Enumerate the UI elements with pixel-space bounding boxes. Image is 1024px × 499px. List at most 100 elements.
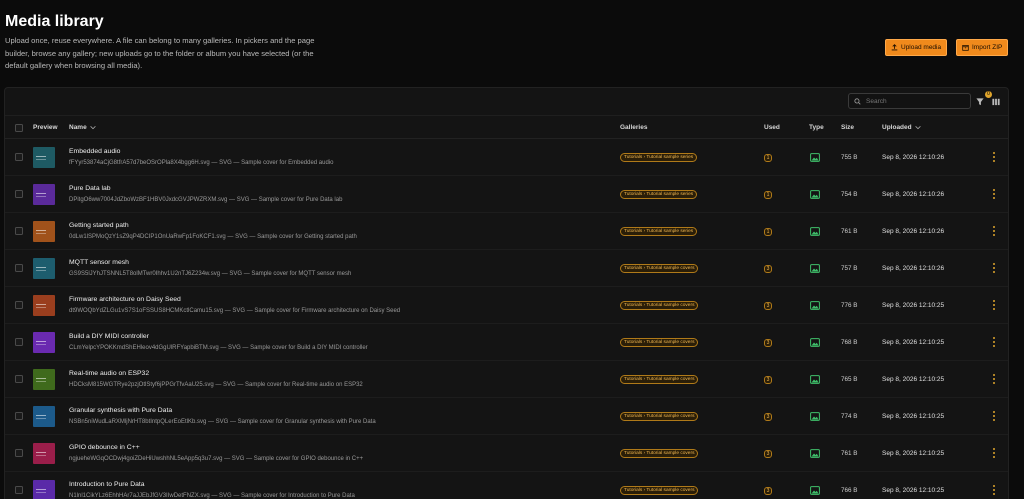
table-row[interactable]: Introduction to Pure Data N1lnl1CikYLz6E… bbox=[5, 472, 1008, 499]
used-count-badge: 1 bbox=[764, 154, 772, 162]
preview-thumbnail[interactable] bbox=[33, 147, 55, 168]
media-name[interactable]: Pure Data lab bbox=[69, 185, 111, 192]
media-table-panel: 0 Preview Name Galleries Used Type Size … bbox=[4, 87, 1009, 499]
table-row[interactable]: MQTT sensor mesh GS9S5lJYhJTSNNL5T8olMTw… bbox=[5, 250, 1008, 287]
row-checkbox[interactable] bbox=[15, 301, 23, 309]
table-row[interactable]: GPIO debounce in C++ ngjuehеWGqOCDwj4goi… bbox=[5, 435, 1008, 472]
uploaded-date: Sep 8, 2026 12:10:25 bbox=[882, 487, 945, 494]
media-name[interactable]: Introduction to Pure Data bbox=[69, 481, 145, 488]
gallery-tag[interactable]: Tutorials › Tutorial sample series bbox=[620, 227, 698, 236]
row-checkbox[interactable] bbox=[15, 412, 23, 420]
preview-thumbnail[interactable] bbox=[33, 295, 55, 316]
used-count-badge: 3 bbox=[764, 450, 772, 458]
search-input[interactable] bbox=[866, 97, 961, 105]
media-name[interactable]: Real-time audio on ESP32 bbox=[69, 370, 149, 377]
gallery-tag[interactable]: Tutorials › Tutorial sample covers bbox=[620, 449, 699, 458]
table-row[interactable]: Real-time audio on ESP32 HDCksM815WGTRye… bbox=[5, 361, 1008, 398]
page-description: Upload once, reuse everywhere. A file ca… bbox=[5, 36, 315, 70]
row-checkbox[interactable] bbox=[15, 264, 23, 272]
gallery-tag[interactable]: Tutorials › Tutorial sample covers bbox=[620, 264, 699, 273]
search-icon bbox=[854, 97, 861, 105]
gallery-tag[interactable]: Tutorials › Tutorial sample covers bbox=[620, 375, 699, 384]
table-toolbar: 0 bbox=[5, 88, 1008, 115]
row-checkbox[interactable] bbox=[15, 338, 23, 346]
media-name[interactable]: GPIO debounce in C++ bbox=[69, 444, 140, 451]
media-name[interactable]: MQTT sensor mesh bbox=[69, 259, 129, 266]
table-row[interactable]: Build a DIY MIDI controller CLmYelpcYPOK… bbox=[5, 324, 1008, 361]
import-zip-button[interactable]: Import ZIP bbox=[956, 39, 1009, 56]
uploaded-date: Sep 8, 2026 12:10:25 bbox=[882, 376, 945, 383]
used-count-badge: 3 bbox=[764, 487, 772, 495]
filter-icon[interactable] bbox=[975, 97, 985, 106]
uploaded-date: Sep 8, 2026 12:10:26 bbox=[882, 228, 945, 235]
preview-thumbnail[interactable] bbox=[33, 332, 55, 353]
column-size: Size bbox=[841, 124, 854, 131]
more-actions-icon[interactable] bbox=[991, 151, 997, 163]
table-row[interactable]: Firmware architecture on Daisy Seed dt9W… bbox=[5, 287, 1008, 324]
image-type-icon bbox=[810, 264, 820, 273]
more-actions-icon[interactable] bbox=[991, 262, 997, 274]
preview-thumbnail[interactable] bbox=[33, 406, 55, 427]
media-name[interactable]: Firmware architecture on Daisy Seed bbox=[69, 296, 181, 303]
row-checkbox[interactable] bbox=[15, 449, 23, 457]
gallery-tag[interactable]: Tutorials › Tutorial sample covers bbox=[620, 338, 699, 347]
gallery-tag[interactable]: Tutorials › Tutorial sample covers bbox=[620, 486, 699, 495]
media-filename: ngjuehеWGqOCDwj4goiZDeHiUwshhNL5eApp5q3u… bbox=[69, 456, 364, 462]
more-actions-icon[interactable] bbox=[991, 410, 997, 422]
preview-thumbnail[interactable] bbox=[33, 258, 55, 279]
column-preview-label: Preview bbox=[33, 124, 58, 131]
preview-thumbnail[interactable] bbox=[33, 221, 55, 242]
media-name[interactable]: Granular synthesis with Pure Data bbox=[69, 407, 172, 414]
table-row[interactable]: Getting started path 0dLw1lSPMoQzY1sZ9qP… bbox=[5, 213, 1008, 250]
more-actions-icon[interactable] bbox=[991, 484, 997, 496]
used-count-badge: 3 bbox=[764, 413, 772, 421]
image-type-icon bbox=[810, 227, 820, 236]
more-actions-icon[interactable] bbox=[991, 447, 997, 459]
media-name[interactable]: Getting started path bbox=[69, 222, 129, 229]
gallery-tag[interactable]: Tutorials › Tutorial sample series bbox=[620, 153, 698, 162]
file-size: 761 B bbox=[841, 450, 858, 457]
search-box[interactable] bbox=[848, 93, 971, 109]
media-filename: fFYyr53874aCjG8tfrA57d7beOSrOPla8X4bgg6H… bbox=[69, 160, 334, 166]
column-uploaded[interactable]: Uploaded bbox=[882, 124, 921, 131]
preview-thumbnail[interactable] bbox=[33, 369, 55, 390]
media-name[interactable]: Embedded audio bbox=[69, 148, 120, 155]
preview-thumbnail[interactable] bbox=[33, 480, 55, 499]
media-filename: N1lnl1CikYLz6EhhHAr7aJJEbJfGV3IIwDetFNZX… bbox=[69, 493, 355, 499]
more-actions-icon[interactable] bbox=[991, 336, 997, 348]
gallery-tag[interactable]: Tutorials › Tutorial sample covers bbox=[620, 301, 699, 310]
column-used-label: Used bbox=[764, 124, 780, 131]
row-checkbox[interactable] bbox=[15, 153, 23, 161]
more-actions-icon[interactable] bbox=[991, 299, 997, 311]
table-row[interactable]: Pure Data lab DPitgO6ww7004JdZboWzBF1HBV… bbox=[5, 176, 1008, 213]
file-size: 754 B bbox=[841, 191, 858, 198]
media-rows: Embedded audio fFYyr53874aCjG8tfrA57d7be… bbox=[5, 139, 1008, 499]
image-type-icon bbox=[810, 486, 820, 495]
preview-thumbnail[interactable] bbox=[33, 184, 55, 205]
media-name[interactable]: Build a DIY MIDI controller bbox=[69, 333, 149, 340]
row-checkbox[interactable] bbox=[15, 227, 23, 235]
columns-icon[interactable] bbox=[991, 97, 1001, 106]
table-header: Preview Name Galleries Used Type Size Up… bbox=[5, 115, 1008, 139]
column-name-label: Name bbox=[69, 124, 87, 131]
table-row[interactable]: Granular synthesis with Pure Data NSBn5n… bbox=[5, 398, 1008, 435]
column-galleries-label: Galleries bbox=[620, 124, 648, 131]
upload-media-label: Upload media bbox=[901, 44, 942, 51]
preview-thumbnail[interactable] bbox=[33, 443, 55, 464]
page-header: Media library Upload once, reuse everywh… bbox=[0, 0, 1024, 80]
more-actions-icon[interactable] bbox=[991, 225, 997, 237]
upload-icon bbox=[891, 44, 898, 51]
gallery-tag[interactable]: Tutorials › Tutorial sample series bbox=[620, 190, 698, 199]
more-actions-icon[interactable] bbox=[991, 188, 997, 200]
media-filename: NSBn5niWudLaRXMljNrHT8btIntpQLerEoEtlKb.… bbox=[69, 419, 376, 425]
gallery-tag[interactable]: Tutorials › Tutorial sample covers bbox=[620, 412, 699, 421]
column-name[interactable]: Name bbox=[69, 124, 96, 131]
table-row[interactable]: Embedded audio fFYyr53874aCjG8tfrA57d7be… bbox=[5, 139, 1008, 176]
row-checkbox[interactable] bbox=[15, 486, 23, 494]
select-all-checkbox[interactable] bbox=[15, 124, 23, 132]
row-checkbox[interactable] bbox=[15, 190, 23, 198]
uploaded-date: Sep 8, 2026 12:10:25 bbox=[882, 413, 945, 420]
more-actions-icon[interactable] bbox=[991, 373, 997, 385]
upload-media-button[interactable]: Upload media bbox=[885, 39, 948, 56]
row-checkbox[interactable] bbox=[15, 375, 23, 383]
